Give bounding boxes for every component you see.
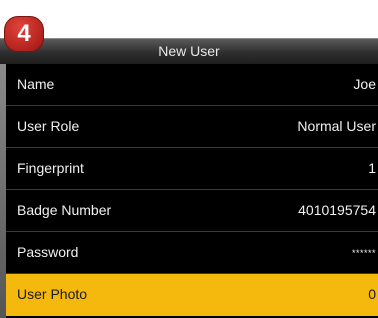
step-number: 4 <box>17 20 31 47</box>
field-label-user-photo: User Photo <box>17 286 88 302</box>
field-row-fingerprint[interactable]: Fingerprint 1 <box>6 148 378 190</box>
field-value-name: Joe <box>353 76 376 92</box>
new-user-screen: New User Name Joe User Role Normal User … <box>0 38 378 318</box>
field-label-password: Password <box>17 244 79 260</box>
title-bar: New User <box>0 38 378 64</box>
field-value-password: ****** <box>351 248 376 258</box>
field-label-badge-number: Badge Number <box>17 202 112 218</box>
field-row-name[interactable]: Name Joe <box>6 64 378 106</box>
field-label-name: Name <box>17 76 55 92</box>
page-title: New User <box>158 43 220 59</box>
field-row-user-role[interactable]: User Role Normal User <box>6 106 378 148</box>
field-row-user-photo[interactable]: User Photo 0 <box>6 274 378 316</box>
user-field-list: Name Joe User Role Normal User Fingerpri… <box>6 64 378 316</box>
field-value-user-photo: 0 <box>368 286 376 302</box>
field-value-fingerprint: 1 <box>368 160 376 176</box>
field-row-password[interactable]: Password ****** <box>6 232 378 274</box>
step-number-badge: 4 <box>4 16 44 52</box>
field-row-badge-number[interactable]: Badge Number 4010195754 <box>6 190 378 232</box>
field-label-user-role: User Role <box>17 118 80 134</box>
field-label-fingerprint: Fingerprint <box>17 160 84 176</box>
field-value-badge-number: 4010195754 <box>298 202 376 218</box>
field-value-user-role: Normal User <box>297 118 376 134</box>
